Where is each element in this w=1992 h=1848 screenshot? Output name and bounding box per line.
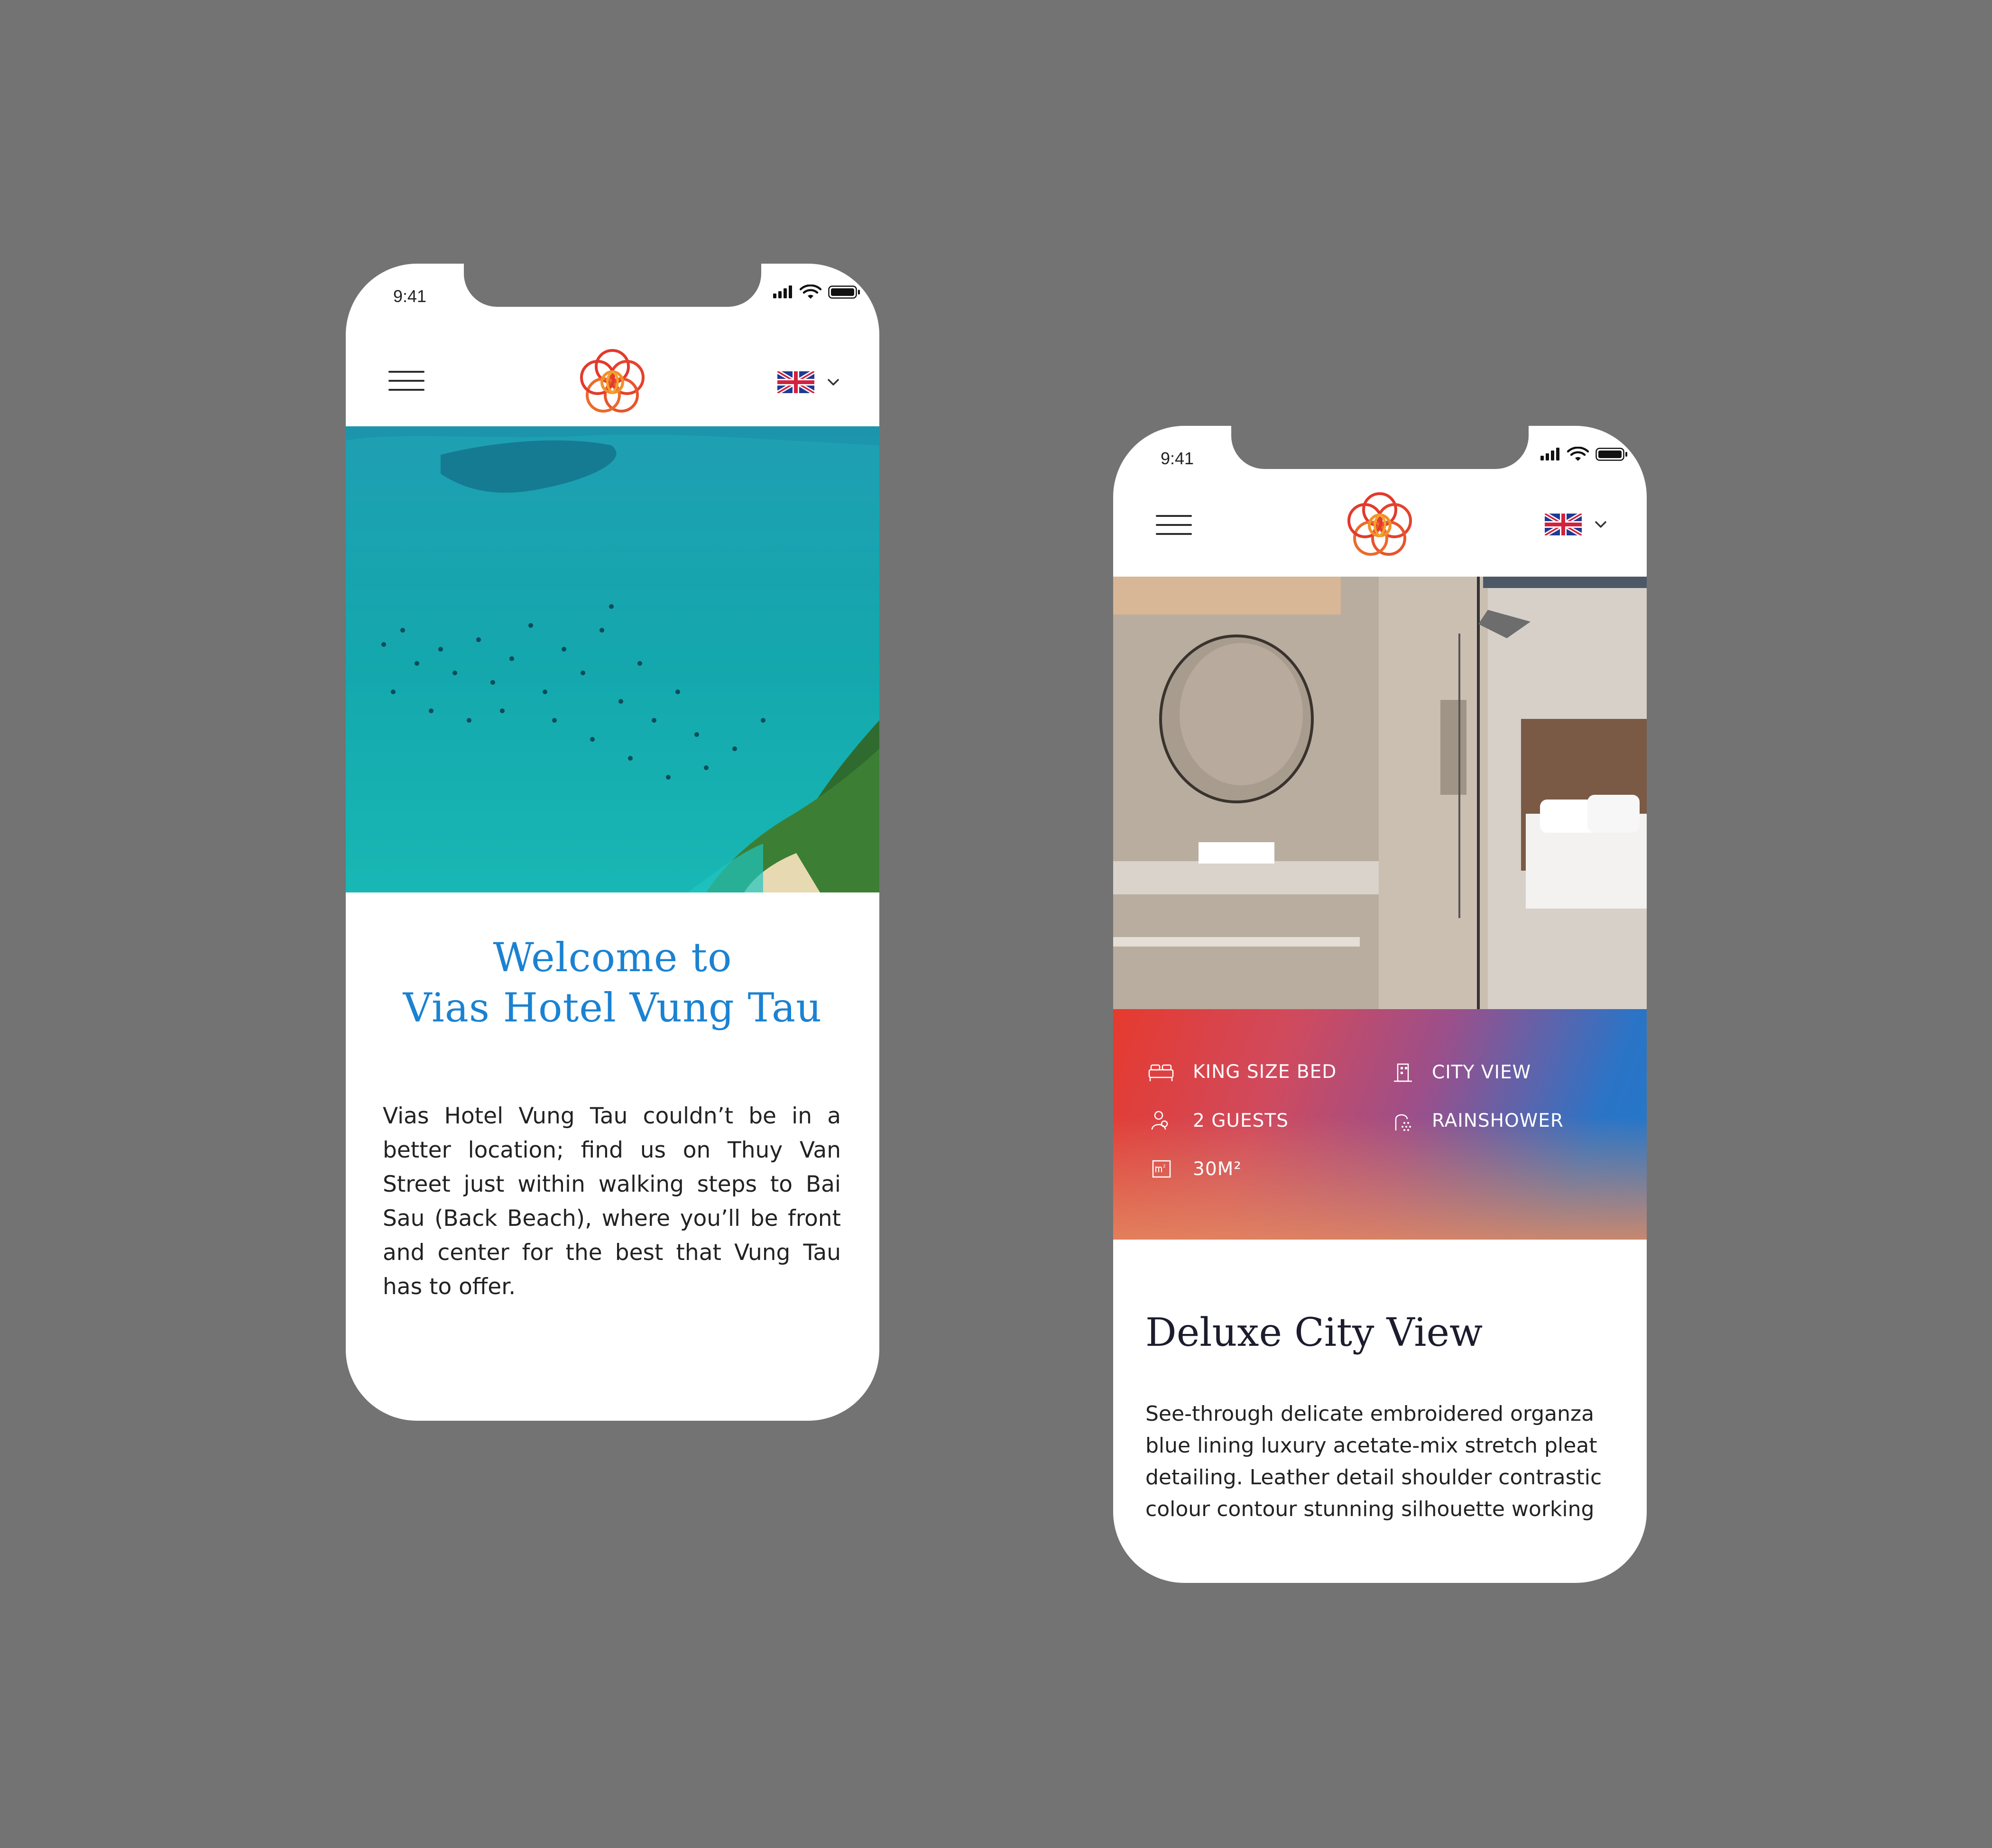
menu-icon[interactable] xyxy=(388,371,424,391)
uk-flag-icon xyxy=(777,371,814,393)
room-screen: 9:41 KING SIZE BED CITY VIEW 2 GUESTS RA… xyxy=(1113,426,1647,1583)
chevron-down-icon xyxy=(828,379,839,386)
room-amenities-panel: KING SIZE BED CITY VIEW 2 GUESTS RAINSHO… xyxy=(1113,1009,1647,1240)
hotel-logo[interactable] xyxy=(572,342,653,423)
intro-paragraph: Vias Hotel Vung Tau couldn’t be in a bet… xyxy=(383,1103,841,1300)
amenity-label: RAINSHOWER xyxy=(1432,1110,1564,1131)
welcome-heading-line1: Welcome to xyxy=(493,934,732,981)
amenity-label: 30M² xyxy=(1193,1158,1242,1180)
language-selector[interactable] xyxy=(777,371,839,393)
shower-icon xyxy=(1395,1114,1411,1131)
menu-icon[interactable] xyxy=(1156,515,1192,535)
top-navigation xyxy=(1113,426,1647,525)
wifi-icon xyxy=(800,285,821,300)
amenity-room-size: 2 30M² xyxy=(1147,1158,1242,1180)
uk-flag-icon xyxy=(1545,514,1582,535)
welcome-heading: Welcome to Vias Hotel Vung Tau xyxy=(346,932,879,1033)
status-time: 9:41 xyxy=(393,286,427,306)
language-selector[interactable] xyxy=(1545,514,1606,535)
amenity-king-size-bed: KING SIZE BED xyxy=(1147,1061,1337,1083)
welcome-heading-line2: Vias Hotel Vung Tau xyxy=(403,984,822,1031)
svg-text:2: 2 xyxy=(1163,1164,1166,1169)
amenity-label: KING SIZE BED xyxy=(1193,1061,1337,1083)
bed-icon xyxy=(1148,1064,1174,1081)
top-navigation xyxy=(346,328,879,427)
room-photo xyxy=(1113,577,1647,1009)
hero-image-bay xyxy=(346,426,879,892)
status-bar-icons xyxy=(773,285,860,300)
room-title: Deluxe City View xyxy=(1145,1310,1483,1355)
home-screen: 9:41 Welcome to Vias Hotel Vung Tau Vias… xyxy=(346,264,879,1421)
amenity-label: 2 GUESTS xyxy=(1193,1110,1289,1131)
room-description: See-through delicate embroidered organza… xyxy=(1145,1402,1602,1521)
hotel-logo[interactable] xyxy=(1339,485,1420,566)
signal-icon xyxy=(773,285,792,298)
amenity-guests: 2 GUESTS xyxy=(1147,1110,1289,1131)
building-icon xyxy=(1394,1063,1412,1082)
amenity-label: CITY VIEW xyxy=(1432,1061,1531,1083)
device-notch xyxy=(464,264,761,307)
amenity-rainshower: RAINSHOWER xyxy=(1393,1110,1564,1131)
battery-icon xyxy=(828,285,860,299)
guests-icon xyxy=(1151,1111,1168,1130)
area-icon: 2 xyxy=(1152,1160,1171,1178)
amenity-city-view: CITY VIEW xyxy=(1393,1061,1531,1083)
chevron-down-icon xyxy=(1595,521,1606,528)
